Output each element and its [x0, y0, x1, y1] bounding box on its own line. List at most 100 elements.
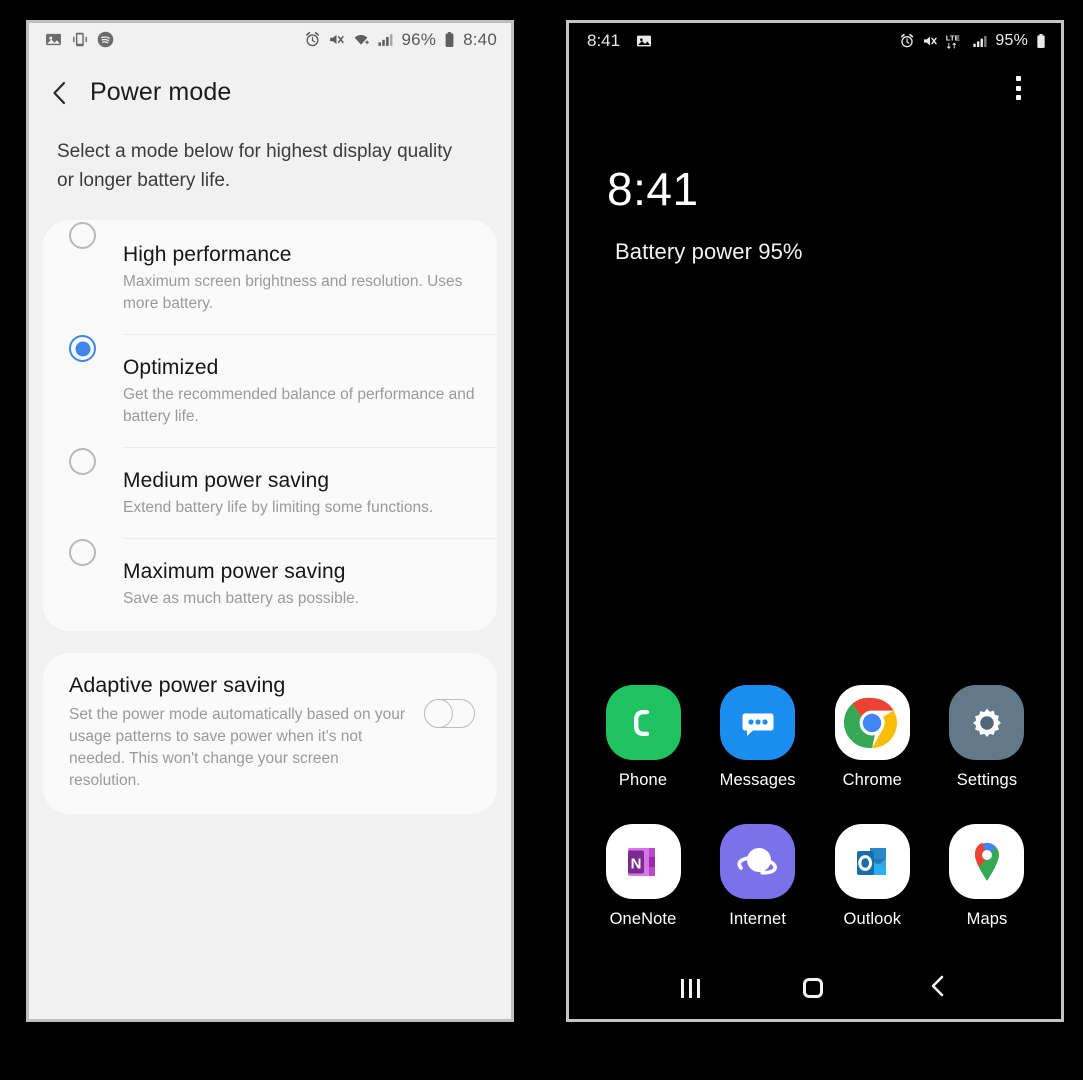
app-label: OneNote	[609, 910, 677, 928]
maps-pin-icon[interactable]	[949, 824, 1025, 899]
app-label: Phone	[618, 771, 668, 789]
signal-icon	[377, 31, 394, 48]
power-mode-header: Power mode	[29, 56, 511, 115]
mode-option-high-performance[interactable]: High performance Maximum screen brightne…	[43, 222, 497, 335]
adaptive-power-saving-card[interactable]: Adaptive power saving Set the power mode…	[43, 653, 497, 814]
screen-mirror-icon	[71, 31, 88, 48]
signal-icon	[972, 33, 988, 49]
more-options-icon[interactable]	[1005, 73, 1031, 103]
app-label: Outlook	[843, 910, 902, 928]
image-icon	[45, 31, 62, 48]
image-icon	[636, 33, 652, 49]
right-status-bar: 8:41 LTE 95%	[569, 23, 1061, 59]
alarm-icon	[899, 33, 915, 49]
radio-button-high-performance[interactable]	[69, 222, 96, 249]
svg-text:LTE: LTE	[946, 33, 960, 42]
navigation-bar	[569, 963, 1061, 1019]
status-clock: 8:41	[587, 31, 621, 50]
svg-text:N: N	[631, 855, 642, 872]
radio-button-medium-power-saving[interactable]	[69, 448, 96, 475]
mode-description: Save as much battery as possible.	[123, 590, 360, 607]
adaptive-text: Adaptive power saving Set the power mode…	[69, 673, 424, 792]
outlook-icon[interactable]	[834, 824, 910, 899]
app-row-2: N OneNote Internet Outlook Maps	[591, 824, 1039, 929]
status-left-icons	[45, 31, 114, 48]
back-button[interactable]	[927, 974, 949, 1003]
bar	[688, 978, 692, 998]
app-phone[interactable]: Phone	[591, 685, 695, 790]
screenshot-stage: 96% 8:40 Power mode Select a mode below …	[0, 0, 1083, 1080]
mode-text: Medium power saving Extend battery life …	[123, 448, 497, 539]
clock-widget-time: 8:41	[607, 163, 699, 215]
mode-title: High performance	[123, 243, 292, 266]
right-phone-frame: 8:41 LTE 95% 8:41 Battery power 95% Phon…	[566, 20, 1064, 1022]
page-title: Power mode	[90, 78, 232, 106]
dot	[1015, 85, 1021, 91]
radio-wrap	[65, 448, 123, 475]
dot	[1015, 76, 1021, 81]
wifi-icon	[352, 31, 370, 48]
lte-icon: LTE	[945, 33, 965, 50]
left-status-bar: 96% 8:40	[29, 23, 511, 56]
app-label: Internet	[729, 910, 787, 928]
bar	[696, 978, 700, 998]
app-internet[interactable]: Internet	[706, 824, 810, 929]
bar	[680, 978, 684, 998]
status-right-icons: LTE 95%	[899, 32, 1047, 50]
spotify-icon	[97, 31, 114, 48]
dot	[1015, 95, 1021, 100]
alarm-icon	[304, 31, 321, 48]
recents-button[interactable]	[680, 978, 700, 998]
toggle-knob	[424, 698, 453, 728]
status-battery-percent: 95%	[995, 32, 1028, 49]
mode-description: Get the recommended balance of performan…	[123, 386, 475, 425]
app-label: Settings	[956, 771, 1018, 789]
settings-gear-icon[interactable]	[949, 685, 1025, 760]
mode-option-maximum-power-saving[interactable]: Maximum power saving Save as much batter…	[43, 539, 497, 629]
radio-button-maximum-power-saving[interactable]	[69, 539, 96, 566]
onenote-icon[interactable]: N	[605, 824, 681, 899]
power-mode-card: High performance Maximum screen brightne…	[43, 220, 497, 631]
app-messages[interactable]: Messages	[706, 685, 810, 790]
mode-option-optimized[interactable]: Optimized Get the recommended balance of…	[43, 335, 497, 448]
internet-browser-icon[interactable]	[720, 824, 796, 899]
app-label: Messages	[719, 771, 796, 789]
radio-button-optimized[interactable]	[69, 335, 96, 362]
adaptive-inner: Adaptive power saving Set the power mode…	[43, 673, 497, 792]
chrome-icon[interactable]	[834, 685, 910, 760]
app-label: Chrome	[842, 771, 902, 789]
clock-widget[interactable]: 8:41 Battery power 95%	[569, 103, 1061, 265]
mode-description: Extend battery life by limiting some fun…	[123, 499, 434, 516]
battery-icon	[443, 31, 456, 48]
app-outlook[interactable]: Outlook	[820, 824, 924, 929]
mode-text: High performance Maximum screen brightne…	[123, 222, 497, 335]
mode-title: Medium power saving	[123, 469, 330, 492]
clock-widget-battery-text: Battery power 95%	[615, 239, 803, 264]
radio-wrap	[65, 335, 123, 362]
status-battery-percent: 96%	[401, 29, 437, 49]
radio-wrap	[65, 222, 123, 249]
power-mode-screen: 96% 8:40 Power mode Select a mode below …	[29, 23, 511, 1019]
adaptive-power-saving-toggle[interactable]	[424, 698, 475, 728]
left-phone-frame: 96% 8:40 Power mode Select a mode below …	[26, 20, 514, 1022]
status-right-icons: 96% 8:40	[304, 30, 497, 50]
battery-icon	[1035, 33, 1047, 49]
app-onenote[interactable]: N OneNote	[591, 824, 695, 929]
radio-wrap	[65, 539, 123, 566]
app-grid: Phone Messages Chrome Settings N OneNote…	[569, 685, 1061, 963]
app-chrome[interactable]: Chrome	[820, 685, 924, 790]
back-icon[interactable]	[47, 80, 73, 106]
status-clock: 8:40	[463, 29, 497, 49]
home-screen: 8:41 LTE 95% 8:41 Battery power 95% Phon…	[569, 23, 1061, 1019]
app-maps[interactable]: Maps	[935, 824, 1039, 929]
mode-option-medium-power-saving[interactable]: Medium power saving Extend battery life …	[43, 448, 497, 539]
mode-description: Maximum screen brightness and resolution…	[123, 273, 463, 312]
home-button[interactable]	[803, 978, 824, 998]
mode-text: Optimized Get the recommended balance of…	[123, 335, 497, 448]
page-subtitle: Select a mode below for highest display …	[57, 141, 453, 191]
app-label: Maps	[966, 910, 1008, 928]
messages-icon[interactable]	[720, 685, 796, 760]
mode-text: Maximum power saving Save as much batter…	[123, 539, 497, 629]
phone-icon[interactable]	[605, 685, 681, 760]
app-settings[interactable]: Settings	[935, 685, 1039, 790]
